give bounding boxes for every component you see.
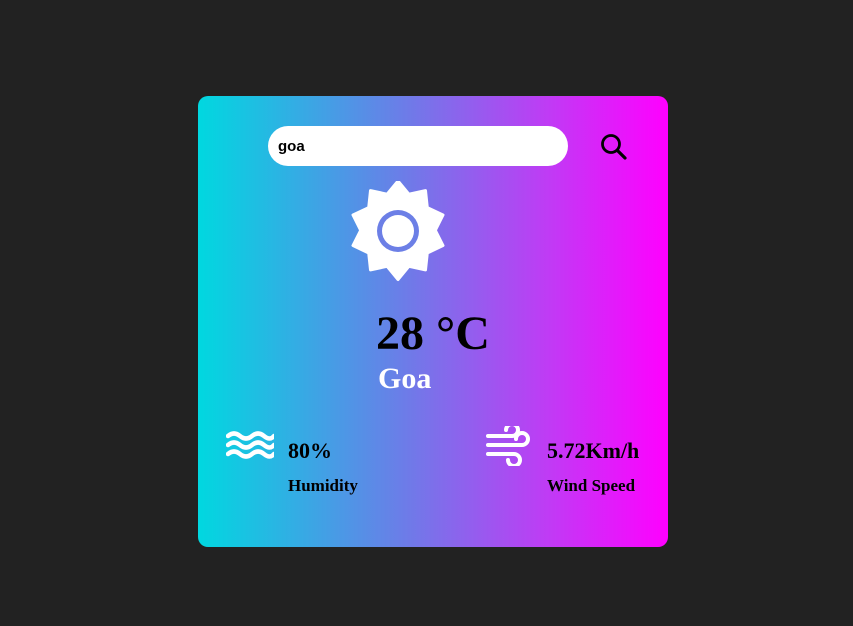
weather-card: 28 °C Goa 80% Humidity 5.72Km/h Wind Spe… [198,96,668,547]
humidity-value: 80% [288,438,332,463]
city-name: Goa [378,362,432,395]
waves-icon [226,431,274,459]
wind-icon [486,426,530,466]
wind-speed-label: Wind Speed [547,476,636,495]
search-button[interactable] [594,128,634,168]
search-icon [601,133,627,160]
humidity-label: Humidity [288,476,358,495]
temperature-value: 28 °C [376,307,490,360]
wind-speed-value: 5.72Km/h [547,438,640,463]
sun-icon [351,181,445,281]
city-search-input[interactable] [268,126,568,166]
